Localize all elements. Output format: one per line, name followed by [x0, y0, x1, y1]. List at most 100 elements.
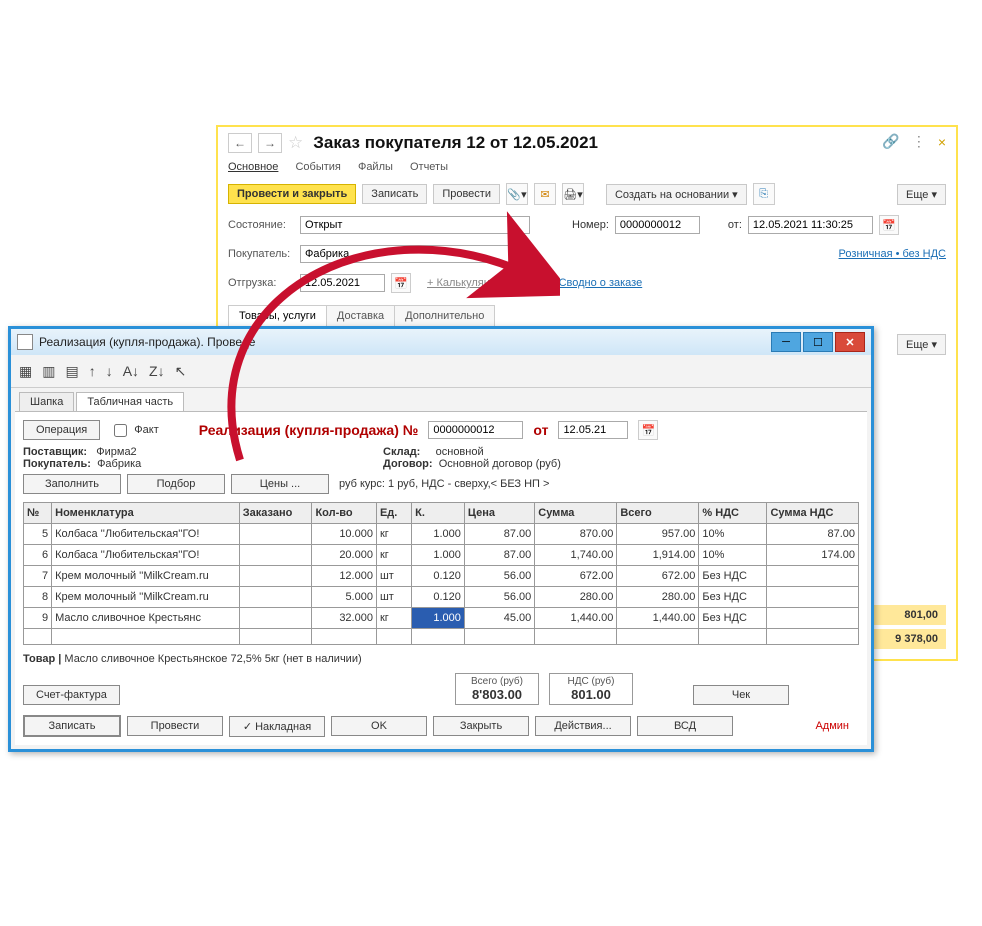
cell-ord[interactable]	[239, 608, 312, 629]
cell-n[interactable]: 8	[24, 587, 52, 608]
sort-desc-icon[interactable]: Z↓	[149, 363, 165, 379]
tab-head[interactable]: Шапка	[19, 392, 74, 411]
cell-unit[interactable]: шт	[376, 587, 411, 608]
cell-price[interactable]: 56.00	[464, 566, 534, 587]
order-more-button[interactable]: Еще ▾	[897, 184, 946, 205]
items-table[interactable]: №НоменклатураЗаказаноКол-воЕд.К.ЦенаСумм…	[23, 502, 859, 645]
cell-k[interactable]: 1.000	[412, 545, 465, 566]
calc-link[interactable]: + Калькуляция заказа	[427, 277, 539, 289]
cell-name[interactable]: Колбаса ''Любительская''ГО!	[52, 545, 240, 566]
cell-total[interactable]: 1,440.00	[617, 608, 699, 629]
fact-checkbox-label[interactable]: Факт	[110, 421, 158, 440]
cell-k[interactable]: 1.000	[412, 524, 465, 545]
tb-icon-1[interactable]: ▦	[19, 363, 32, 380]
post-close-button[interactable]: Провести и закрыть	[228, 184, 356, 204]
cell-vatsum[interactable]: 87.00	[767, 524, 859, 545]
tab-extra[interactable]: Дополнительно	[394, 305, 495, 327]
column-header[interactable]: К.	[412, 503, 465, 524]
cell-vatsum[interactable]	[767, 608, 859, 629]
nav-events[interactable]: События	[295, 161, 340, 173]
mail-icon[interactable]: ✉	[534, 183, 556, 205]
tab-table[interactable]: Табличная часть	[76, 392, 184, 411]
table-row[interactable]: 8Крем молочный ''MilkCream.ru5.000шт0.12…	[24, 587, 859, 608]
cell-unit[interactable]: кг	[376, 608, 411, 629]
bottom-post-button[interactable]: Провести	[127, 716, 223, 736]
cell-vatsum[interactable]: 174.00	[767, 545, 859, 566]
cell-n[interactable]: 7	[24, 566, 52, 587]
cell-vatsum[interactable]	[767, 587, 859, 608]
cell-price[interactable]: 45.00	[464, 608, 534, 629]
column-header[interactable]: Цена	[464, 503, 534, 524]
cell-k[interactable]: 0.120	[412, 587, 465, 608]
nav-fwd-button[interactable]: →	[258, 133, 282, 153]
cell-name[interactable]: Масло сливочное Крестьянс	[52, 608, 240, 629]
tb-up-icon[interactable]: ↑	[89, 363, 96, 379]
bottom-close-button[interactable]: Закрыть	[433, 716, 529, 736]
cell-price[interactable]: 87.00	[464, 524, 534, 545]
cell-n[interactable]: 6	[24, 545, 52, 566]
table-row[interactable]: 6Колбаса ''Любительская''ГО! 20.000кг1.00…	[24, 545, 859, 566]
cell-n[interactable]: 9	[24, 608, 52, 629]
bottom-waybill-button[interactable]: ✓ Накладная	[229, 716, 325, 737]
cell-total[interactable]: 1,914.00	[617, 545, 699, 566]
cell-name[interactable]: Колбаса ''Любительская''ГО!	[52, 524, 240, 545]
check-button[interactable]: Чек	[693, 685, 789, 705]
table-row[interactable]: 9Масло сливочное Крестьянс32.000кг1.0004…	[24, 608, 859, 629]
bottom-save-button[interactable]: Записать	[23, 715, 121, 737]
cell-price[interactable]: 87.00	[464, 545, 534, 566]
tab-goods[interactable]: Товары, услуги	[228, 305, 327, 327]
doc-date-input[interactable]	[558, 421, 628, 439]
column-header[interactable]: Заказано	[239, 503, 312, 524]
column-header[interactable]: Сумма	[535, 503, 617, 524]
tb-down-icon[interactable]: ↓	[106, 363, 113, 379]
cell-qty[interactable]: 20.000	[312, 545, 377, 566]
close-icon[interactable]: ×	[938, 134, 946, 150]
table-row[interactable]: 5Колбаса ''Любительская''ГО!10.000кг1.00…	[24, 524, 859, 545]
window-maximize-button[interactable]: ☐	[803, 332, 833, 352]
tab-delivery[interactable]: Доставка	[326, 305, 395, 327]
cell-qty[interactable]: 32.000	[312, 608, 377, 629]
cell-vat[interactable]: Без НДС	[699, 587, 767, 608]
bottom-actions-button[interactable]: Действия...	[535, 716, 631, 736]
cell-ord[interactable]	[239, 566, 312, 587]
cell-vat[interactable]: 10%	[699, 524, 767, 545]
bottom-ok-button[interactable]: OK	[331, 716, 427, 736]
cell-total[interactable]: 672.00	[617, 566, 699, 587]
invoice-button[interactable]: Счет-фактура	[23, 685, 120, 705]
cell-total[interactable]: 280.00	[617, 587, 699, 608]
cell-vat[interactable]: 10%	[699, 545, 767, 566]
bottom-vsd-button[interactable]: ВСД	[637, 716, 733, 736]
column-header[interactable]: % НДС	[699, 503, 767, 524]
column-header[interactable]: №	[24, 503, 52, 524]
cell-unit[interactable]: кг	[376, 545, 411, 566]
column-header[interactable]: Ед.	[376, 503, 411, 524]
cell-ord[interactable]	[239, 587, 312, 608]
nav-files[interactable]: Файлы	[358, 161, 393, 173]
cell-ord[interactable]	[239, 545, 312, 566]
sub-more-button[interactable]: Еще ▾	[897, 334, 946, 355]
summary-link[interactable]: Сводно о заказе	[559, 277, 643, 289]
window-close-button[interactable]: ✕	[835, 332, 865, 352]
cell-sum[interactable]: 870.00	[535, 524, 617, 545]
cell-ord[interactable]	[239, 524, 312, 545]
shipment-input[interactable]	[300, 274, 385, 292]
fact-checkbox[interactable]	[114, 424, 127, 437]
cell-vat[interactable]: Без НДС	[699, 608, 767, 629]
cell-vat[interactable]: Без НДС	[699, 566, 767, 587]
save-button[interactable]: Записать	[362, 184, 427, 204]
attachment-icon[interactable]: 📎▾	[506, 183, 528, 205]
print-icon[interactable]: 🖨▾	[562, 183, 584, 205]
operation-button[interactable]: Операция	[23, 420, 100, 440]
cell-unit[interactable]: кг	[376, 524, 411, 545]
nav-main[interactable]: Основное	[228, 161, 278, 173]
number-input[interactable]	[615, 216, 700, 234]
link-icon[interactable]: 🔗	[882, 133, 899, 150]
column-header[interactable]: Кол-во	[312, 503, 377, 524]
column-header[interactable]: Всего	[617, 503, 699, 524]
table-row[interactable]: 7Крем молочный ''MilkCream.ru12.000шт0.1…	[24, 566, 859, 587]
favorite-icon[interactable]: ☆	[288, 133, 303, 153]
cell-k[interactable]: 0.120	[412, 566, 465, 587]
tb-icon-3[interactable]: ▤	[65, 363, 78, 380]
sort-asc-icon[interactable]: A↓	[123, 363, 139, 379]
state-input[interactable]	[300, 216, 530, 234]
